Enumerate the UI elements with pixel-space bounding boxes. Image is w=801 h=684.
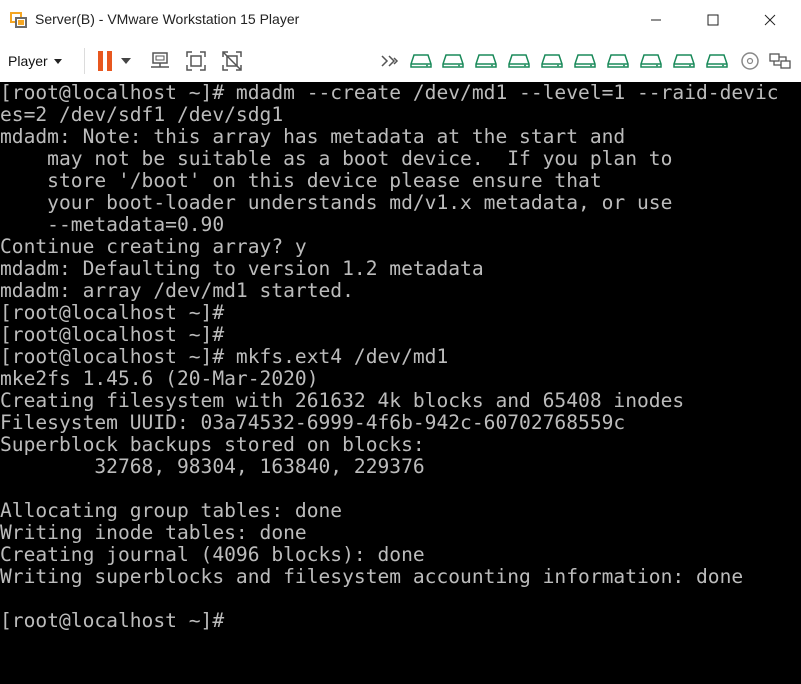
maximize-button[interactable] <box>684 0 742 40</box>
vm-console[interactable]: [root@localhost ~]# mdadm --create /dev/… <box>0 82 801 684</box>
hard-disk-button-5[interactable] <box>540 49 564 73</box>
terminal-line: store '/boot' on this device please ensu… <box>0 169 602 192</box>
hard-disk-button-2[interactable] <box>441 49 465 73</box>
terminal-line: Filesystem UUID: 03a74532-6999-4f6b-942c… <box>0 411 626 434</box>
hard-disk-button-10[interactable] <box>705 49 729 73</box>
hard-disk-button-9[interactable] <box>672 49 696 73</box>
terminal-line: Continue creating array? y <box>0 235 307 258</box>
player-menu-button[interactable]: Player <box>8 50 62 72</box>
unity-button[interactable] <box>220 49 244 73</box>
network-adapter-button[interactable] <box>768 49 792 73</box>
terminal-line: [root@localhost ~]# mdadm --create /dev/… <box>0 82 779 104</box>
hard-disk-button-6[interactable] <box>573 49 597 73</box>
terminal-line: Creating journal (4096 blocks): done <box>0 543 425 566</box>
title-bar[interactable]: Server(B) - VMware Workstation 15 Player <box>0 0 801 40</box>
minimize-button[interactable] <box>627 0 685 40</box>
pause-icon <box>98 51 112 71</box>
hard-disk-icon <box>410 54 432 68</box>
hard-disk-button-1[interactable] <box>409 49 433 73</box>
hard-disk-button-8[interactable] <box>639 49 663 73</box>
fit-guest-button[interactable] <box>184 49 208 73</box>
chevron-down-icon <box>53 58 62 64</box>
terminal-line: 32768, 98304, 163840, 229376 <box>0 455 425 478</box>
window-title: Server(B) - VMware Workstation 15 Player <box>35 11 300 27</box>
hard-disk-icon <box>607 54 629 68</box>
terminal-line: [root@localhost ~]# <box>0 609 225 632</box>
terminal-line: mdadm: Defaulting to version 1.2 metadat… <box>0 257 484 280</box>
maximize-icon <box>707 14 719 26</box>
network-adapter-icon <box>769 53 791 69</box>
cd-dvd-button[interactable] <box>738 49 762 73</box>
terminal-line: es=2 /dev/sdf1 /dev/sdg1 <box>0 103 284 126</box>
pause-dropdown-button[interactable] <box>118 49 134 73</box>
terminal-line: your boot-loader understands md/v1.x met… <box>0 191 673 214</box>
terminal-line: mdadm: Note: this array has metadata at … <box>0 125 626 148</box>
hard-disk-icon <box>673 54 695 68</box>
terminal-line: [root@localhost ~]# <box>0 301 225 324</box>
terminal-line: [root@localhost ~]# mkfs.ext4 /dev/md1 <box>0 345 449 368</box>
unity-icon <box>222 51 242 71</box>
terminal-line: Allocating group tables: done <box>0 499 343 522</box>
send-ctrl-alt-del-icon <box>151 52 169 68</box>
more-devices-button[interactable] <box>378 49 402 73</box>
toolbar: Player <box>0 40 801 83</box>
send-ctrl-alt-del-button[interactable] <box>148 49 172 73</box>
fit-guest-icon <box>186 51 206 71</box>
hard-disk-button-7[interactable] <box>606 49 630 73</box>
terminal-line: Superblock backups stored on blocks: <box>0 433 425 456</box>
terminal-line: may not be suitable as a boot device. If… <box>0 147 673 170</box>
terminal-line: mke2fs 1.45.6 (20-Mar-2020) <box>0 367 319 390</box>
terminal-line: [root@localhost ~]# <box>0 323 225 346</box>
toolbar-divider <box>84 48 85 74</box>
close-button[interactable] <box>741 0 799 40</box>
hard-disk-icon <box>706 54 728 68</box>
vmware-window: Server(B) - VMware Workstation 15 Player… <box>0 0 801 684</box>
hard-disk-icon <box>640 54 662 68</box>
minimize-icon <box>651 19 661 21</box>
hard-disk-icon <box>508 54 530 68</box>
terminal-line: Writing inode tables: done <box>0 521 307 544</box>
hard-disk-icon <box>475 54 497 68</box>
terminal-line: mdadm: array /dev/md1 started. <box>0 279 354 302</box>
dropdown-icon <box>121 58 131 64</box>
player-menu-label: Player <box>8 53 48 69</box>
terminal-line: --metadata=0.90 <box>0 213 225 236</box>
hard-disk-button-4[interactable] <box>507 49 531 73</box>
cd-dvd-icon <box>741 52 759 70</box>
more-devices-icon <box>381 55 399 67</box>
hard-disk-icon <box>574 54 596 68</box>
terminal-line: Writing superblocks and filesystem accou… <box>0 565 744 588</box>
hard-disk-icon <box>541 54 563 68</box>
hard-disk-icon <box>442 54 464 68</box>
hard-disk-button-3[interactable] <box>474 49 498 73</box>
close-icon <box>764 14 776 26</box>
terminal-output: [root@localhost ~]# mdadm --create /dev/… <box>0 82 801 632</box>
pause-button[interactable] <box>93 49 117 73</box>
vmware-app-icon <box>10 12 27 28</box>
terminal-line: Creating filesystem with 261632 4k block… <box>0 389 685 412</box>
